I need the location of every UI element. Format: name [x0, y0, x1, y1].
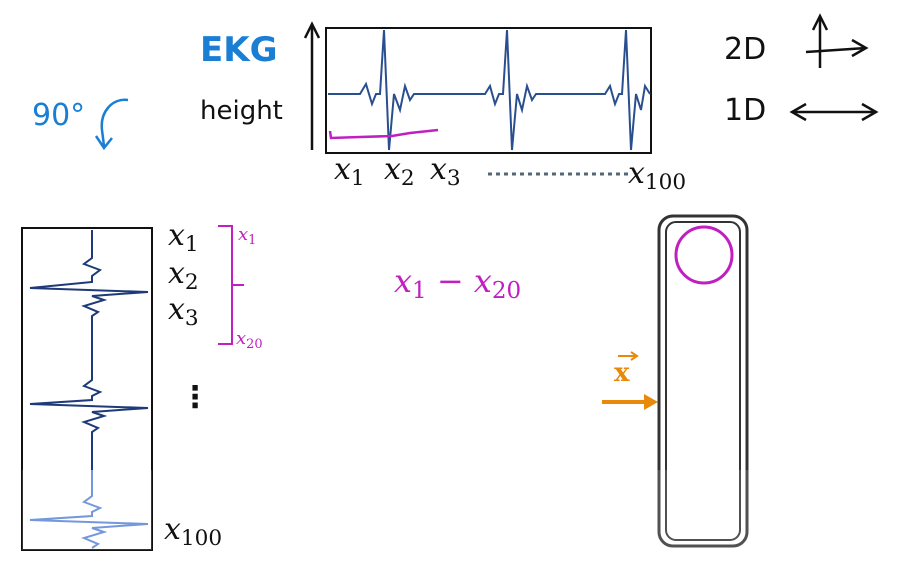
top-label-x100: x100	[628, 156, 687, 196]
bracket-label-x20: x20	[236, 328, 263, 352]
input-arrow-head	[644, 394, 658, 410]
side-label-x2: x2	[168, 256, 199, 296]
side-label-x3: x3	[168, 292, 199, 332]
label-2d: 2D	[724, 32, 767, 67]
rotation-label: 90°	[32, 98, 86, 133]
ekg-title: EKG	[200, 30, 278, 70]
rotation-arrow	[100, 98, 129, 147]
axis-2d-horizontal	[805, 46, 867, 54]
network-column-fade	[656, 470, 751, 550]
side-label-x100: x100	[164, 512, 223, 552]
bracket-label-x1: x1	[238, 224, 257, 248]
window-range-label: x1 − x20	[394, 262, 522, 305]
ekg-waveform-horizontal	[328, 29, 651, 151]
selected-unit-circle	[674, 225, 734, 285]
vertical-ellipsis: ⋮	[180, 380, 210, 415]
top-label-x1: x1	[334, 152, 365, 192]
sample-window-marker	[328, 128, 439, 140]
top-label-x3: x3	[430, 152, 461, 192]
ekg-waveform-vertical	[29, 230, 149, 470]
input-vector-label: x	[614, 358, 630, 388]
label-1d: 1D	[724, 93, 767, 128]
top-label-x2: x2	[384, 152, 415, 192]
side-label-x1: x1	[168, 218, 199, 258]
ekg-plot-frame	[325, 27, 652, 154]
height-label: height	[200, 96, 283, 126]
window-bracket	[218, 225, 233, 345]
faded-region	[22, 470, 152, 550]
